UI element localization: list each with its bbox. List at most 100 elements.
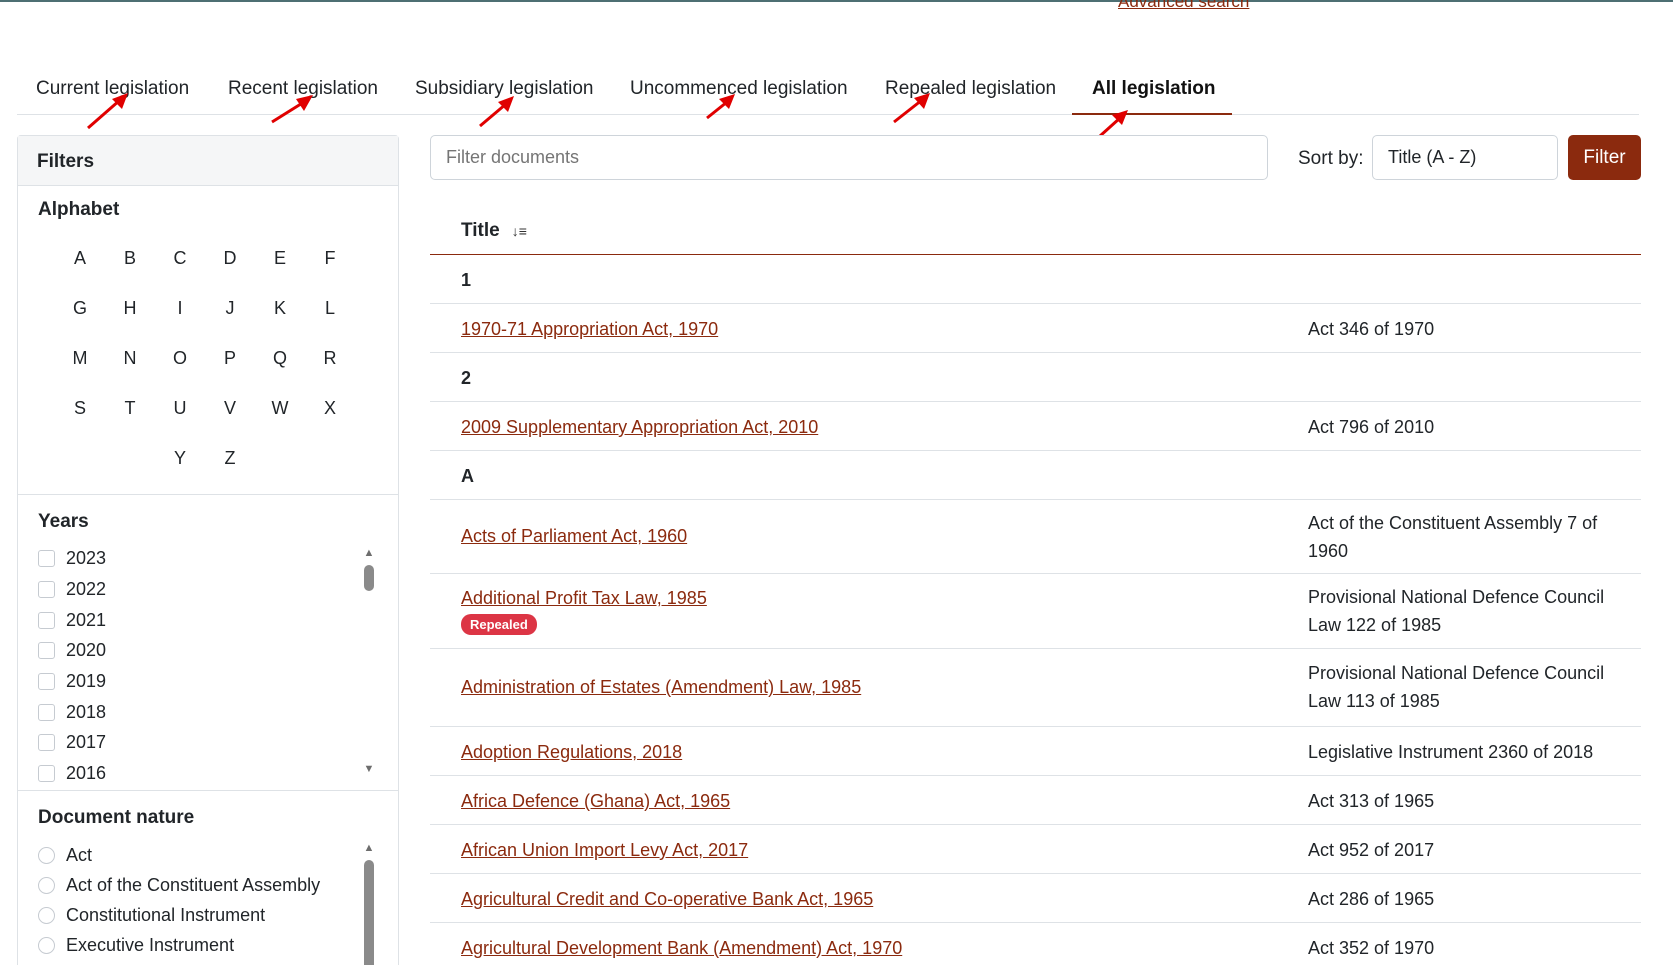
letter-y[interactable]: Y xyxy=(160,448,200,469)
letter-a[interactable]: A xyxy=(60,248,100,269)
letter-l[interactable]: L xyxy=(310,298,350,319)
letter-g[interactable]: G xyxy=(60,298,100,319)
nature-option[interactable]: Constitutional Instrument xyxy=(38,902,265,928)
year-option[interactable]: 2016 xyxy=(38,760,106,786)
group-label: 2 xyxy=(461,368,472,388)
sort-ascending-icon[interactable]: ↓≡ xyxy=(512,223,527,239)
year-label: 2019 xyxy=(66,670,107,691)
document-link[interactable]: Additional Profit Tax Law, 1985 xyxy=(461,588,707,609)
letter-r[interactable]: R xyxy=(310,348,350,369)
checkbox[interactable] xyxy=(38,703,55,721)
letter-i[interactable]: I xyxy=(160,298,200,319)
year-option[interactable]: 2019 xyxy=(38,668,106,694)
letter-j[interactable]: J xyxy=(210,298,250,319)
letter-u[interactable]: U xyxy=(160,398,200,419)
tab-subsidiary-legislation[interactable]: Subsidiary legislation xyxy=(415,68,594,115)
year-option[interactable]: 2017 xyxy=(38,729,106,755)
letter-w[interactable]: W xyxy=(260,398,300,419)
tab-all-legislation[interactable]: All legislation xyxy=(1072,68,1232,115)
checkbox[interactable] xyxy=(38,733,55,751)
document-link[interactable]: Administration of Estates (Amendment) La… xyxy=(461,677,861,698)
year-option[interactable]: 2022 xyxy=(38,576,106,602)
nature-option[interactable]: Executive Instrument xyxy=(38,932,234,958)
tab-repealed-legislation[interactable]: Repealed legislation xyxy=(885,68,1056,115)
letter-m[interactable]: M xyxy=(60,348,100,369)
letter-v[interactable]: V xyxy=(210,398,250,419)
table-row: African Union Import Levy Act, 2017 Act … xyxy=(430,825,1641,874)
document-citation: Act 286 of 1965 xyxy=(1308,889,1435,909)
scroll-thumb[interactable] xyxy=(364,565,374,591)
year-option[interactable]: 2023 xyxy=(38,545,106,571)
letter-b[interactable]: B xyxy=(110,248,150,269)
title-column-header[interactable]: Title ↓≡ xyxy=(461,220,527,242)
year-option[interactable]: 2021 xyxy=(38,607,106,633)
letter-f[interactable]: F xyxy=(310,248,350,269)
letter-p[interactable]: P xyxy=(210,348,250,369)
nature-label: Constitutional Instrument xyxy=(66,904,266,925)
scroll-up-icon[interactable]: ▲ xyxy=(362,548,376,559)
nature-label: Act xyxy=(66,844,93,865)
letter-h[interactable]: H xyxy=(110,298,150,319)
tab-uncommenced-legislation[interactable]: Uncommenced legislation xyxy=(630,68,848,115)
document-link[interactable]: Agricultural Credit and Co-operative Ban… xyxy=(461,889,873,910)
scroll-down-icon[interactable]: ▼ xyxy=(362,764,376,775)
year-label: 2022 xyxy=(66,578,107,599)
document-nature-title: Document nature xyxy=(38,807,195,828)
radio[interactable] xyxy=(38,846,55,864)
checkbox[interactable] xyxy=(38,580,55,598)
letter-q[interactable]: Q xyxy=(260,348,300,369)
filter-documents-input[interactable] xyxy=(430,135,1268,180)
nature-option[interactable]: Act of the Constituent Assembly xyxy=(38,872,320,898)
document-link[interactable]: Adoption Regulations, 2018 xyxy=(461,742,682,763)
nature-scrollbar[interactable]: ▲ xyxy=(362,843,376,965)
year-option[interactable]: 2018 xyxy=(38,699,106,725)
filter-button[interactable]: Filter xyxy=(1568,135,1641,180)
document-link[interactable]: 1970-71 Appropriation Act, 1970 xyxy=(461,319,718,340)
year-option[interactable]: 2020 xyxy=(38,637,106,663)
letter-t[interactable]: T xyxy=(110,398,150,419)
letter-s[interactable]: S xyxy=(60,398,100,419)
table-row: Agricultural Credit and Co-operative Ban… xyxy=(430,874,1641,923)
letter-n[interactable]: N xyxy=(110,348,150,369)
year-label: 2023 xyxy=(66,547,107,568)
legislation-tabs: Current legislation Recent legislation S… xyxy=(17,68,1639,115)
document-citation: Legislative Instrument 2360 of 2018 xyxy=(1308,742,1594,762)
document-link[interactable]: African Union Import Levy Act, 2017 xyxy=(461,840,748,861)
letter-z[interactable]: Z xyxy=(210,448,250,469)
tab-recent-legislation[interactable]: Recent legislation xyxy=(228,68,378,115)
table-row: Additional Profit Tax Law, 1985 Repealed… xyxy=(430,574,1641,649)
group-label: A xyxy=(461,466,474,486)
checkbox[interactable] xyxy=(38,764,55,782)
table-row: Acts of Parliament Act, 1960 Act of the … xyxy=(430,500,1641,574)
document-citation: Provisional National Defence Council Law… xyxy=(1308,587,1605,635)
section-divider xyxy=(18,494,398,495)
letter-x[interactable]: X xyxy=(310,398,350,419)
advanced-search-link[interactable]: Advanced search xyxy=(1118,0,1249,12)
nature-label: Executive Instrument xyxy=(66,934,235,955)
tab-current-legislation[interactable]: Current legislation xyxy=(36,68,189,115)
filters-panel: Filters Alphabet A B C D E F G H I J K L… xyxy=(17,135,399,965)
radio[interactable] xyxy=(38,876,55,894)
checkbox[interactable] xyxy=(38,549,55,567)
scroll-up-icon[interactable]: ▲ xyxy=(362,843,376,854)
checkbox[interactable] xyxy=(38,672,55,690)
year-label: 2016 xyxy=(66,762,107,783)
checkbox[interactable] xyxy=(38,611,55,629)
document-link[interactable]: Agricultural Development Bank (Amendment… xyxy=(461,938,902,959)
checkbox[interactable] xyxy=(38,641,55,659)
letter-o[interactable]: O xyxy=(160,348,200,369)
letter-d[interactable]: D xyxy=(210,248,250,269)
year-label: 2018 xyxy=(66,701,107,722)
nature-option[interactable]: Act xyxy=(38,842,92,868)
years-scrollbar[interactable]: ▲ ▼ xyxy=(362,548,376,775)
document-link[interactable]: 2009 Supplementary Appropriation Act, 20… xyxy=(461,417,818,438)
document-link[interactable]: Acts of Parliament Act, 1960 xyxy=(461,526,687,547)
letter-c[interactable]: C xyxy=(160,248,200,269)
letter-k[interactable]: K xyxy=(260,298,300,319)
sort-select[interactable]: Title (A - Z) xyxy=(1372,135,1558,180)
document-link[interactable]: Africa Defence (Ghana) Act, 1965 xyxy=(461,791,730,812)
radio[interactable] xyxy=(38,906,55,924)
scroll-thumb[interactable] xyxy=(364,860,374,965)
letter-e[interactable]: E xyxy=(260,248,300,269)
radio[interactable] xyxy=(38,936,55,954)
